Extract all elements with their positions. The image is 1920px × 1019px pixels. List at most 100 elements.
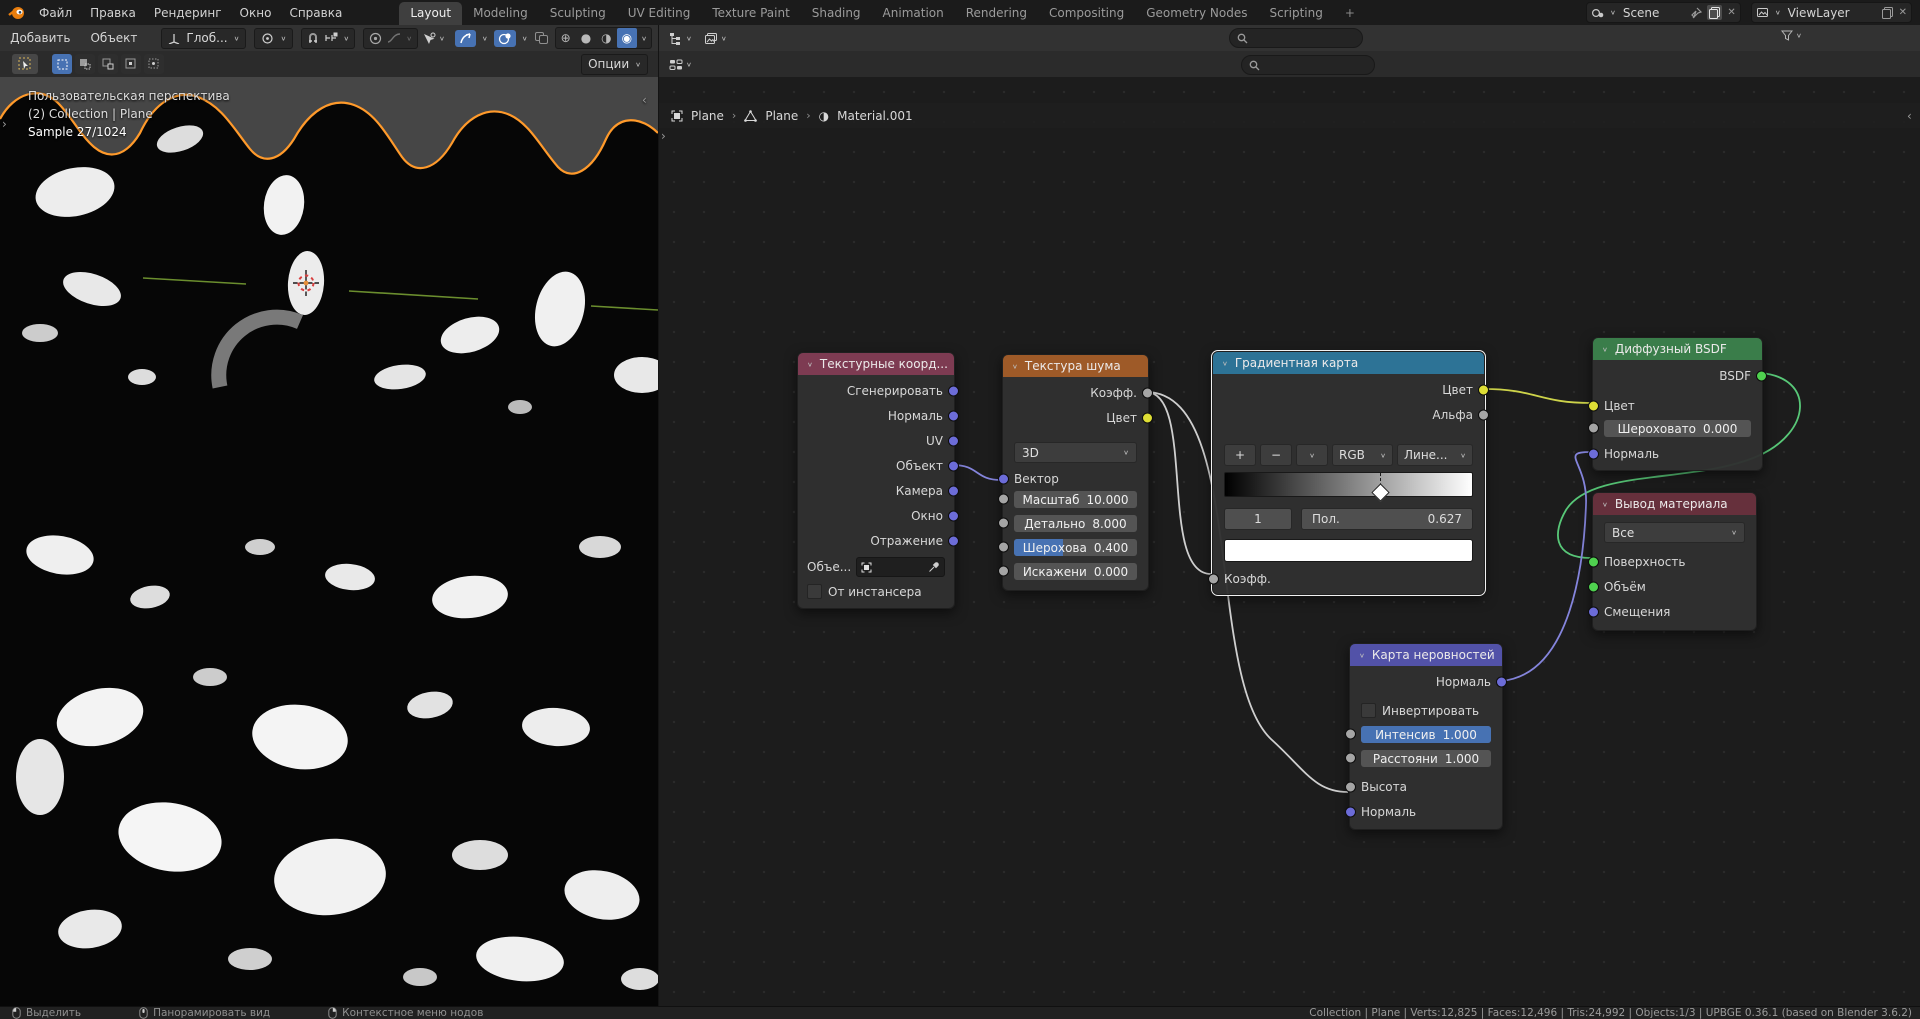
visibility-dropdown[interactable]: ∨ [418, 30, 449, 47]
node-header[interactable]: ∨ Карта неровностей [1350, 644, 1502, 666]
tab-modeling[interactable]: Modeling [462, 2, 539, 25]
socket-strength[interactable] [1345, 729, 1356, 740]
socket-reflection[interactable] [948, 535, 959, 546]
tab-geometry-nodes[interactable]: Geometry Nodes [1135, 2, 1258, 25]
node-material-output[interactable]: ∨ Вывод материала Все ∨ Поверхность Объё… [1592, 492, 1757, 631]
overlays-toggle[interactable] [494, 30, 516, 47]
gizmos-toggle[interactable] [455, 30, 476, 47]
shading-solid-icon[interactable]: ● [576, 31, 596, 45]
scale-slider[interactable]: Масштаб10.000 [1014, 491, 1137, 508]
socket-volume[interactable] [1588, 581, 1599, 592]
target-dropdown[interactable]: Все ∨ [1604, 522, 1745, 543]
tab-uv-editing[interactable]: UV Editing [617, 2, 702, 25]
socket-color[interactable] [1478, 384, 1489, 395]
menu-file[interactable]: Файл [30, 6, 81, 20]
roughness-slider[interactable]: Шероховато0.000 [1604, 420, 1751, 437]
socket-displacement[interactable] [1588, 606, 1599, 617]
stop-color-swatch[interactable] [1224, 539, 1473, 562]
distortion-slider[interactable]: Искажени0.000 [1014, 563, 1137, 580]
breadcrumb-material[interactable]: Material.001 [837, 109, 912, 123]
viewlayer-selector[interactable]: ∨ ViewLayer ✕ [1751, 2, 1912, 23]
toolbar-expand-arrow[interactable]: › [661, 129, 666, 143]
socket-bsdf[interactable] [1756, 370, 1767, 381]
socket-normal[interactable] [948, 410, 959, 421]
node-header[interactable]: ∨ Вывод материала [1593, 493, 1756, 515]
breadcrumb-mesh[interactable]: Plane [765, 109, 798, 123]
stop-index-field[interactable]: 1 [1224, 508, 1292, 530]
socket-roughness[interactable] [998, 542, 1009, 553]
socket-roughness[interactable] [1588, 423, 1599, 434]
shading-wireframe-icon[interactable]: ⊕ [556, 31, 576, 45]
pivot-point-dropdown[interactable]: ∨ [254, 28, 293, 49]
socket-normal-in[interactable] [1345, 806, 1356, 817]
socket-fac[interactable] [1208, 574, 1219, 585]
socket-generated[interactable] [948, 385, 959, 396]
tab-rendering[interactable]: Rendering [955, 2, 1038, 25]
detail-slider[interactable]: Детально8.000 [1014, 515, 1137, 532]
toolbar-expand-arrow[interactable]: › [2, 117, 7, 131]
socket-vector[interactable] [998, 474, 1009, 485]
node-color-ramp[interactable]: ∨ Градиентная карта Цвет Альфа + − ∨ RGB… [1212, 351, 1485, 595]
add-stop-button[interactable]: + [1224, 444, 1256, 466]
socket-color[interactable] [1142, 412, 1153, 423]
tab-compositing[interactable]: Compositing [1038, 2, 1135, 25]
outliner-display-mode[interactable]: ∨ [700, 30, 731, 47]
menu-object[interactable]: Объект [80, 31, 147, 45]
tab-scripting[interactable]: Scripting [1258, 2, 1333, 25]
eyedropper-icon[interactable] [928, 561, 940, 573]
node-diffuse-bsdf[interactable]: ∨ Диффузный BSDF BSDF Цвет Шероховато0.0… [1592, 337, 1763, 471]
menu-help[interactable]: Справка [280, 6, 351, 20]
socket-camera[interactable] [948, 485, 959, 496]
pin-icon[interactable] [1690, 7, 1702, 19]
distance-slider[interactable]: Расстояни1.000 [1361, 750, 1491, 767]
collapse-icon[interactable]: ∨ [1602, 345, 1608, 352]
socket-distortion[interactable] [998, 566, 1009, 577]
menu-add[interactable]: Добавить [0, 31, 80, 45]
breadcrumb-object[interactable]: Plane [691, 109, 724, 123]
tab-texture-paint[interactable]: Texture Paint [701, 2, 800, 25]
strength-slider[interactable]: Интенсив1.000 [1361, 726, 1491, 743]
socket-distance[interactable] [1345, 753, 1356, 764]
socket-window[interactable] [948, 510, 959, 521]
ramp-options-button[interactable]: ∨ [1296, 444, 1328, 466]
socket-fac[interactable] [1142, 387, 1153, 398]
node-noise-texture[interactable]: ∨ Текстура шума Коэфф. Цвет 3D ∨ Вектор … [1002, 354, 1149, 591]
collapse-icon[interactable]: ∨ [1012, 362, 1018, 369]
outliner-filter-dropdown[interactable]: ∨ [1777, 28, 1806, 43]
object-picker-field[interactable] [856, 557, 945, 577]
chevron-down-icon[interactable]: ∨ [637, 34, 651, 41]
menu-render[interactable]: Рендеринг [145, 6, 231, 20]
select-mode-intersect[interactable] [144, 54, 164, 74]
unlink-scene-icon[interactable]: ✕ [1727, 7, 1735, 18]
tab-animation[interactable]: Animation [872, 2, 955, 25]
select-mode-invert[interactable] [121, 54, 141, 74]
dimensions-dropdown[interactable]: 3D ∨ [1014, 442, 1137, 463]
transform-orientation-dropdown[interactable]: Глоб... ∨ [161, 28, 246, 49]
socket-scale[interactable] [998, 494, 1009, 505]
node-bump[interactable]: ∨ Карта неровностей Нормаль Инвертироват… [1349, 643, 1503, 830]
chevron-down-icon[interactable]: ∨ [482, 34, 488, 41]
shading-rendered-icon[interactable]: ◉ [617, 28, 637, 48]
stop-position-field[interactable]: Пол.0.627 [1301, 508, 1473, 530]
proportional-editing-icon[interactable] [369, 32, 382, 45]
chevron-down-icon[interactable]: ∨ [522, 34, 528, 41]
socket-object[interactable] [948, 460, 959, 471]
editor-type-outliner[interactable]: ∨ [665, 30, 696, 47]
menu-window[interactable]: Окно [231, 6, 281, 20]
node-texture-coordinate[interactable]: ∨ Текстурные коорд... Сгенерировать Норм… [797, 352, 955, 609]
tab-layout[interactable]: Layout [399, 2, 462, 25]
invert-row[interactable]: Инвертировать [1350, 694, 1502, 726]
from-instancer-row[interactable]: От инстансера [798, 577, 954, 608]
gradient-bar[interactable] [1224, 472, 1473, 497]
select-mode-new[interactable] [52, 54, 72, 74]
socket-alpha[interactable] [1478, 409, 1489, 420]
node-header[interactable]: ∨ Градиентная карта [1213, 352, 1484, 374]
socket-uv[interactable] [948, 435, 959, 446]
menu-edit[interactable]: Правка [81, 6, 145, 20]
socket-color[interactable] [1588, 400, 1599, 411]
socket-detail[interactable] [998, 518, 1009, 529]
add-workspace-button[interactable]: + [1334, 2, 1366, 25]
collapse-icon[interactable]: ∨ [1602, 500, 1608, 507]
new-scene-icon[interactable] [1707, 5, 1722, 20]
active-tool-button[interactable] [12, 54, 38, 74]
